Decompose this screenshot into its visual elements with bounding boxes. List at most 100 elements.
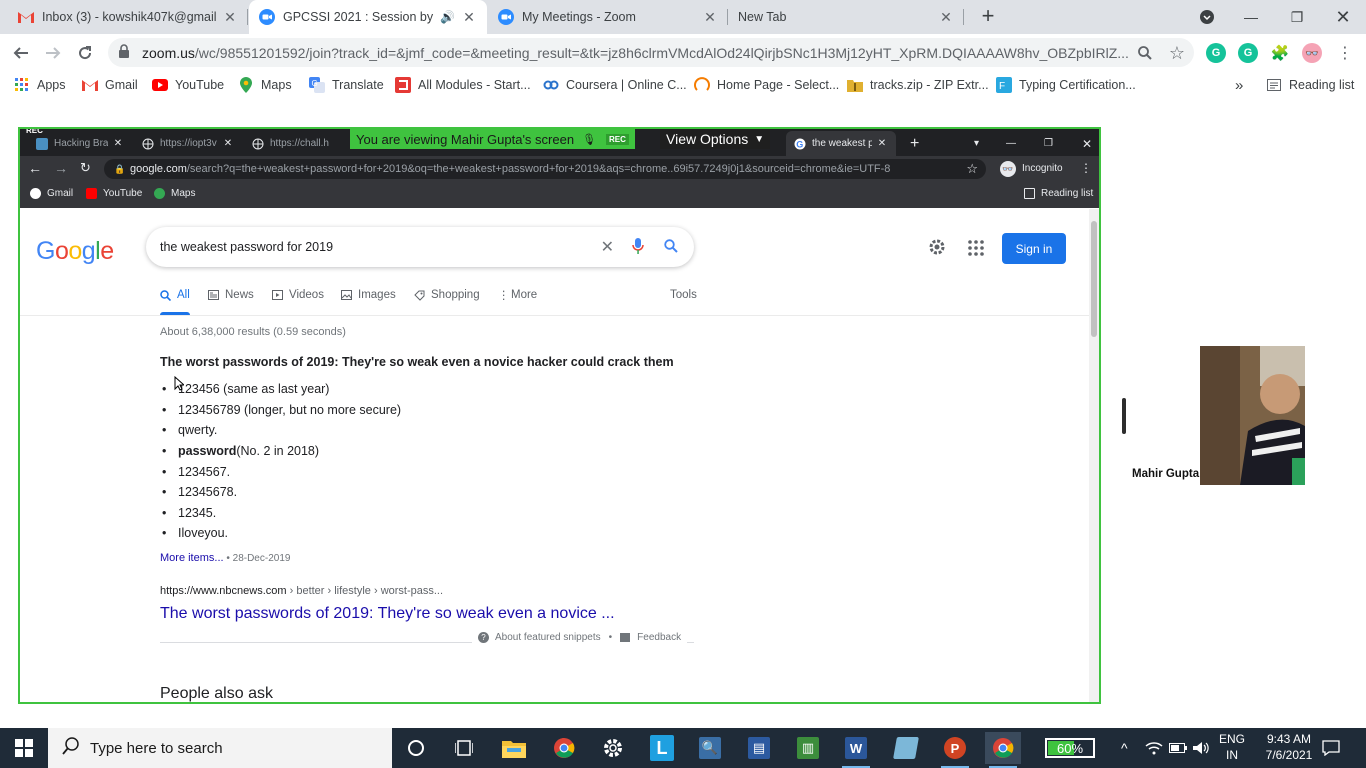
taskbar-chrome-active[interactable]	[985, 732, 1021, 768]
tab-more: ⋮ More	[498, 289, 538, 302]
tab-new-tab[interactable]: New Tab ✕	[728, 0, 964, 34]
tab-search-button[interactable]	[1184, 0, 1230, 34]
bookmark-youtube[interactable]: YouTube	[152, 75, 224, 95]
chevron-down-icon: ▼	[754, 133, 765, 145]
start-button[interactable]	[0, 728, 48, 768]
taskbar-settings[interactable]	[595, 732, 631, 764]
shared-tab-chall: https://chall.h	[244, 131, 348, 156]
taskbar-search-box[interactable]: Type here to search	[48, 728, 392, 768]
snippet-date: • 28-Dec-2019	[223, 553, 291, 564]
tab-images: Images	[341, 289, 396, 301]
speaker-icon[interactable]: 🔊	[440, 10, 455, 24]
address-bar[interactable]: zoom.us/wc/98551201592/join?track_id=&jm…	[108, 38, 1194, 67]
new-tab-button[interactable]: +	[976, 5, 1000, 29]
input-language-indicator[interactable]: ENG IN	[1215, 731, 1249, 763]
search-icon	[664, 238, 678, 256]
show-hidden-icons[interactable]: ^	[1121, 728, 1128, 768]
bookmark-apps[interactable]: Apps	[14, 75, 66, 95]
gmail-icon	[82, 77, 98, 93]
taskbar-zoom-viewer[interactable]: 🔍	[692, 732, 728, 764]
bookmarks-overflow-button[interactable]: »	[1235, 75, 1243, 95]
system-clock[interactable]: 9:43 AM 7/6/2021	[1258, 731, 1320, 763]
header-divider	[20, 315, 1089, 316]
bookmark-home-page[interactable]: Home Page - Select...	[694, 75, 839, 95]
grammarly-extension-icon[interactable]: G	[1206, 43, 1226, 63]
restore-button[interactable]: ❐	[1274, 0, 1320, 34]
forward-button[interactable]	[40, 40, 66, 66]
news-icon	[208, 289, 220, 301]
lock-icon[interactable]	[118, 44, 134, 61]
bookmark-tracks-zip[interactable]: tracks.zip - ZIP Extr...	[847, 75, 989, 95]
gmail-icon	[18, 9, 34, 25]
taskbar-chrome[interactable]	[546, 732, 582, 764]
shared-tab-weakest-password: G the weakest p ✕	[786, 131, 896, 156]
close-icon: ✕	[113, 138, 123, 149]
battery-tray-icon[interactable]	[1169, 728, 1187, 768]
google-apps-icon	[968, 240, 984, 256]
bookmark-coursera[interactable]: Coursera | Online C...	[543, 75, 687, 95]
close-icon[interactable]: ✕	[461, 9, 477, 26]
close-icon[interactable]: ✕	[702, 9, 718, 26]
close-icon[interactable]: ✕	[938, 9, 954, 26]
battery-indicator[interactable]: 60%	[1045, 738, 1095, 758]
taskbar-file-explorer[interactable]	[496, 732, 532, 764]
svg-text:G: G	[312, 79, 318, 88]
mouse-cursor-icon	[174, 376, 184, 391]
volume-icon[interactable]	[1192, 728, 1210, 768]
zoom-magnifier-button[interactable]	[1132, 40, 1158, 66]
taskbar-app-blue[interactable]: ▤	[741, 732, 777, 764]
shared-toolbar: ← → ↻ 🔒 google.com/search?q=the+weakest+…	[20, 156, 1099, 182]
puzzle-icon: 🧩	[1270, 45, 1290, 62]
cortana-button[interactable]	[398, 732, 434, 764]
bookmark-translate[interactable]: G Translate	[309, 75, 384, 95]
incognito-profile-avatar[interactable]: 👓	[1302, 43, 1322, 63]
reading-list-icon	[1024, 188, 1035, 199]
reading-list-button[interactable]: Reading list	[1266, 75, 1354, 95]
view-options-button[interactable]: View Options ▼	[660, 129, 771, 149]
zoom-icon	[498, 9, 514, 25]
tab-gmail-inbox[interactable]: Inbox (3) - kowshik407k@gmail.com ✕	[8, 0, 248, 34]
shared-tab-iopt: https://iopt3v ✕	[134, 131, 242, 156]
taskbar-powerpoint[interactable]: P	[937, 732, 973, 768]
taskbar-notes-app[interactable]	[888, 732, 924, 764]
task-view-icon	[455, 740, 473, 756]
tab-gpcssi-session[interactable]: GPCSSI 2021 : Session by Mr. 🔊 ✕	[249, 0, 487, 34]
bookmark-star-button[interactable]: ☆	[1164, 40, 1190, 66]
bookmark-maps[interactable]: Maps	[238, 75, 292, 95]
shared-tab-search: ▾	[974, 138, 980, 149]
shared-tab-hacking: Hacking Brav... ✕	[28, 131, 132, 156]
bookmark-all-modules[interactable]: All Modules - Start...	[395, 75, 531, 95]
reload-button[interactable]	[72, 40, 98, 66]
blue-app-icon: ▤	[748, 737, 770, 759]
google-icon: G	[794, 138, 806, 150]
back-button[interactable]	[8, 40, 34, 66]
participant-video-thumbnail[interactable]	[1200, 346, 1305, 485]
close-icon[interactable]: ✕	[222, 9, 238, 26]
tab-videos: Videos	[272, 289, 324, 301]
taskbar-word[interactable]: W	[838, 732, 874, 768]
action-center-button[interactable]	[1322, 728, 1340, 768]
task-view-button[interactable]	[446, 732, 482, 764]
home-page-icon	[694, 77, 710, 93]
split-view-drag-handle[interactable]	[1122, 398, 1126, 434]
tab-my-meetings[interactable]: My Meetings - Zoom ✕	[488, 0, 728, 34]
menu-button[interactable]: ⋮	[1332, 40, 1358, 66]
tab-tools: Tools	[670, 289, 697, 301]
bookmark-gmail[interactable]: Gmail	[82, 75, 138, 95]
taskbar-l-app[interactable]: L	[644, 732, 680, 764]
tab-all: All	[160, 289, 190, 301]
gear-icon	[604, 739, 622, 757]
magnifier-app-icon: 🔍	[699, 737, 721, 759]
extensions-button[interactable]: 🧩	[1267, 40, 1293, 66]
grammarly-extension-icon-2[interactable]: G	[1238, 43, 1258, 63]
taskbar-chart-app[interactable]: ▥	[790, 732, 826, 764]
list-item: 1234567.	[160, 461, 401, 482]
minimize-button[interactable]: —	[1228, 0, 1274, 34]
clear-icon: ✕	[600, 239, 614, 256]
rec-badge: REC	[606, 133, 629, 145]
bookmark-typing-certification[interactable]: F Typing Certification...	[996, 75, 1136, 95]
search-icon	[160, 289, 172, 301]
reading-list-icon	[1266, 77, 1282, 93]
wifi-icon[interactable]	[1145, 728, 1163, 768]
close-window-button[interactable]: ✕	[1320, 0, 1366, 34]
